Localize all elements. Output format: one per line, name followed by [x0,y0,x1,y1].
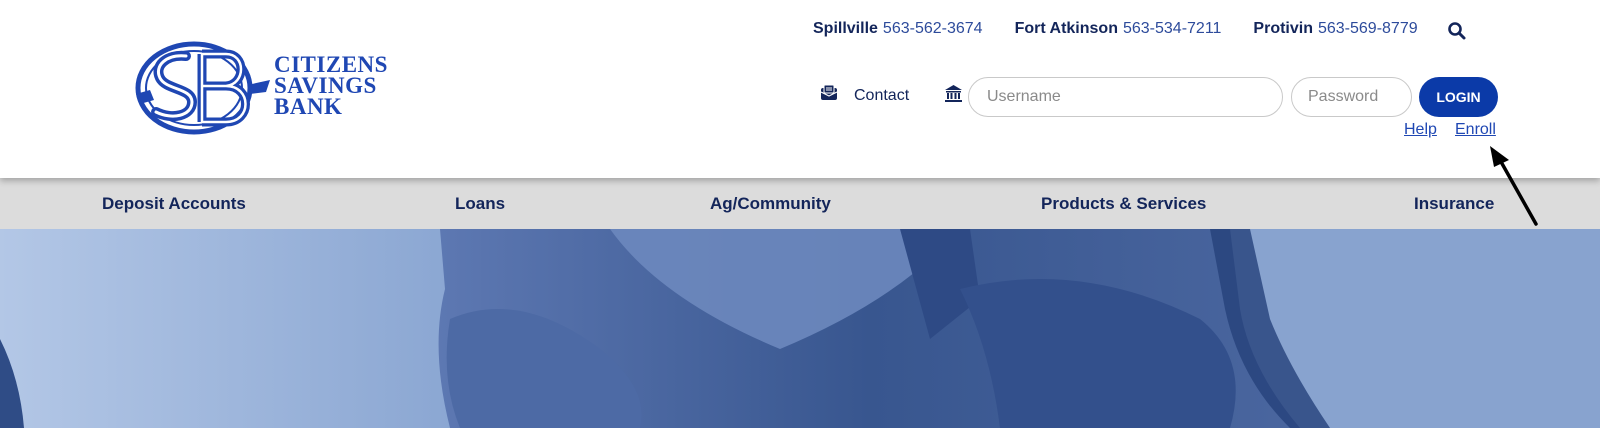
nav-item-deposit-accounts[interactable]: Deposit Accounts [102,194,246,214]
login-button[interactable]: LOGIN [1419,77,1498,117]
sb-monogram-icon [135,41,270,135]
branch-phone-number: 563-562-3674 [882,20,983,37]
help-link[interactable]: Help [1404,121,1437,139]
nav-item-loans[interactable]: Loans [455,194,505,214]
nav-item-products-services[interactable]: Products & Services [1041,194,1206,214]
site-header: CITIZENS SAVINGS BANK Spillville 563-562-… [0,0,1600,178]
bank-name-line1: CITIZENS [274,52,388,77]
contact-label: Contact [854,86,910,104]
contact-link[interactable]: Contact [820,84,909,107]
search-icon[interactable] [1447,21,1467,41]
branch-phone-list: Spillville 563-562-3674 Fort Atkinson 563-… [813,20,1450,38]
hero-photo [0,229,1600,428]
branch-town: Fort Atkinson [1014,20,1118,37]
nav-item-ag-community[interactable]: Ag/Community [710,194,831,214]
enroll-link[interactable]: Enroll [1455,121,1496,139]
main-nav: Deposit Accounts Loans Ag/Community Prod… [0,178,1600,229]
branch-phone-protivin[interactable]: Protivin 563-569-8779 [1253,20,1417,38]
branch-phone-fort-atkinson[interactable]: Fort Atkinson 563-534-7211 [1015,20,1222,38]
branch-phone-number: 563-569-8779 [1317,20,1418,37]
nav-item-insurance[interactable]: Insurance [1414,194,1494,214]
hero-image [0,229,1600,428]
bank-name: CITIZENS SAVINGS BANK [274,52,388,119]
branch-town: Spillville [813,20,878,37]
branch-phone-number: 563-534-7211 [1122,20,1222,37]
bank-name-line2: SAVINGS [274,73,377,98]
bank-logo[interactable]: CITIZENS SAVINGS BANK [134,40,404,136]
branch-town: Protivin [1253,20,1313,37]
username-input[interactable] [968,77,1283,117]
envelope-icon [820,84,838,107]
bank-icon [944,84,963,103]
bank-name-line3: BANK [274,94,343,119]
branch-phone-spillville[interactable]: Spillville 563-562-3674 [813,20,983,38]
password-input[interactable] [1291,77,1412,117]
